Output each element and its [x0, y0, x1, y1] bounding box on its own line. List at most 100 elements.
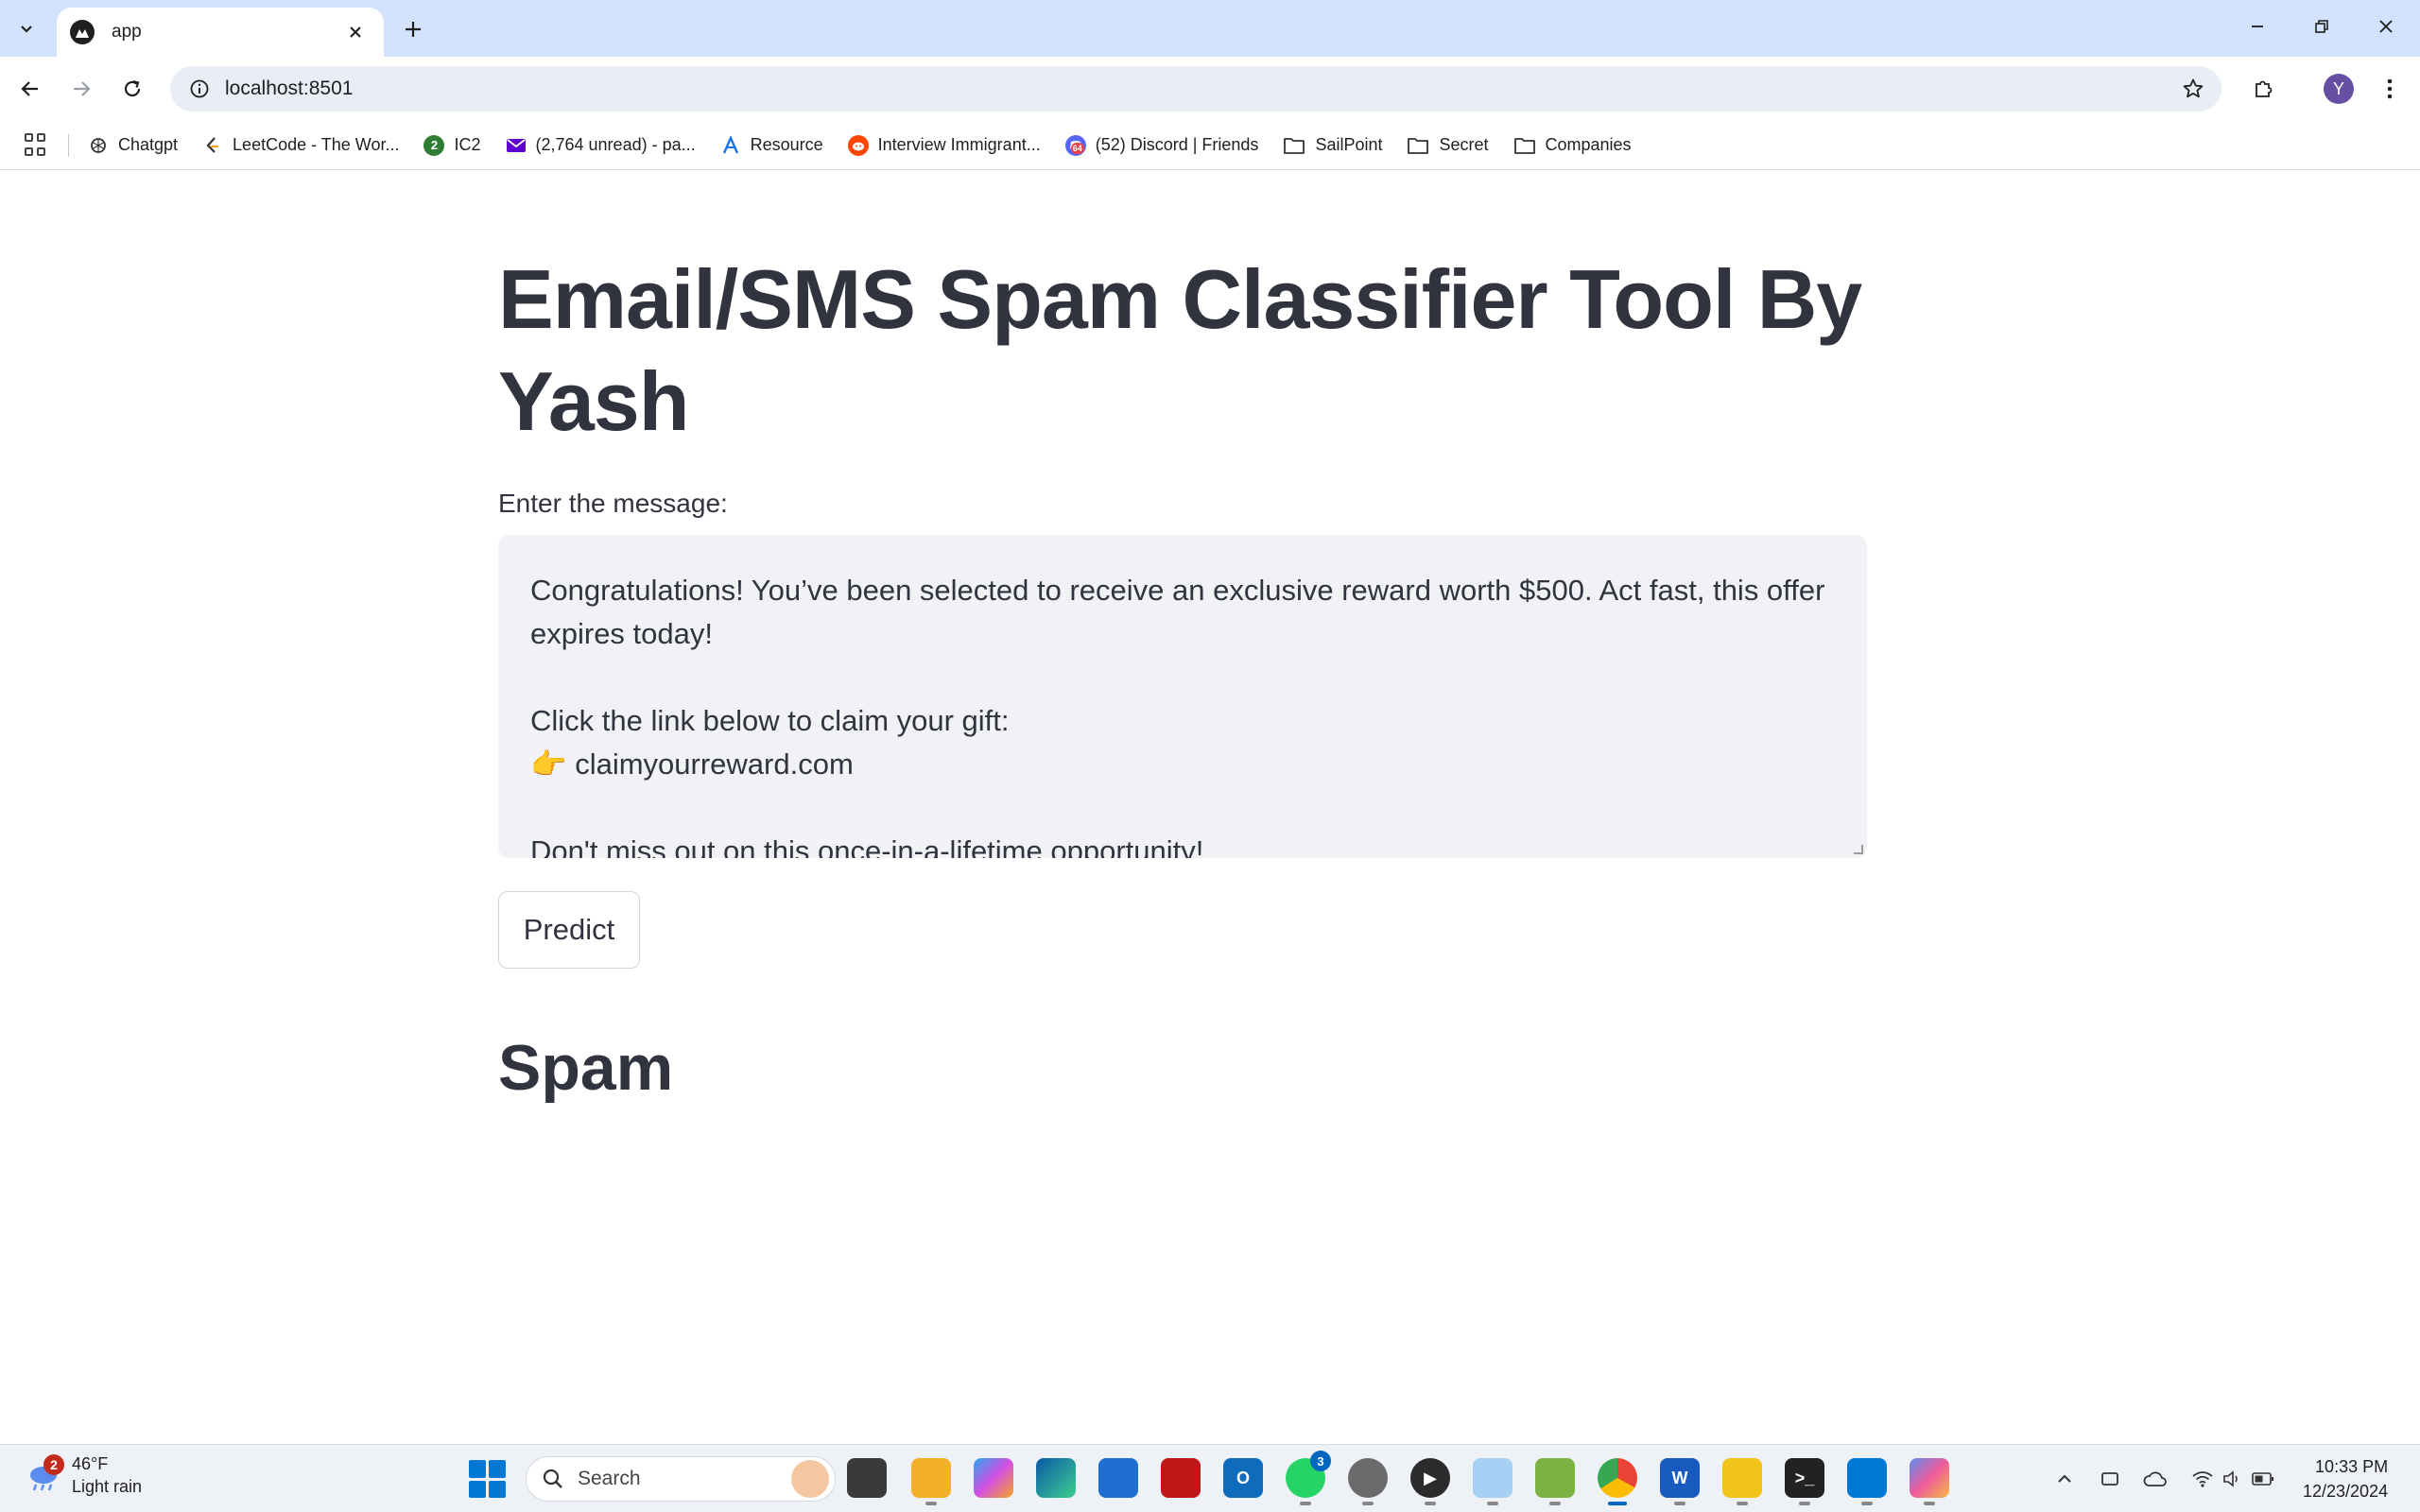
chevron-down-icon: [21, 26, 32, 33]
battery-icon[interactable]: [2250, 1466, 2276, 1492]
discord-icon: 64: [1064, 134, 1086, 156]
system-clock[interactable]: 10:33 PM 12/23/2024: [2303, 1454, 2388, 1503]
task-view-icon[interactable]: [847, 1458, 887, 1498]
arrow-left-icon: [21, 81, 38, 96]
folder-icon: [1408, 137, 1429, 154]
window-close-button[interactable]: [2360, 8, 2412, 45]
weather-widget[interactable]: 2 46°F Light rain: [25, 1452, 142, 1498]
bookmark-mail[interactable]: (2,764 unread) - pa...: [506, 135, 696, 156]
snipping-tool-icon[interactable]: [1473, 1458, 1512, 1505]
clock-app-icon[interactable]: [1348, 1458, 1388, 1505]
restore-button[interactable]: [2295, 8, 2348, 45]
whatsapp-badge: 3: [1310, 1451, 1331, 1471]
bookmark-star-icon[interactable]: [2174, 70, 2212, 108]
windows-taskbar: 2 46°F Light rain Search O 3 ▶ W >_ 10:3…: [0, 1444, 2420, 1512]
reload-button[interactable]: [113, 70, 151, 108]
ic2-icon: 2: [424, 134, 445, 156]
onedrive-icon[interactable]: [2142, 1466, 2169, 1492]
forward-button[interactable]: [62, 70, 100, 108]
profile-avatar[interactable]: Y: [2324, 74, 2354, 104]
reddit-icon: [847, 134, 869, 156]
bookmark-resource[interactable]: Resource: [720, 135, 823, 156]
browser-menu-button[interactable]: [2371, 70, 2409, 108]
leetcode-icon: [202, 135, 223, 156]
tab-title: app: [112, 22, 142, 42]
message-textarea[interactable]: Congratulations! You’ve been selected to…: [498, 535, 1867, 858]
folder-icon: [1284, 137, 1305, 154]
app-icon[interactable]: [1910, 1458, 1949, 1505]
close-icon[interactable]: [342, 19, 369, 45]
bookmark-folder-sailpoint[interactable]: SailPoint: [1283, 135, 1382, 155]
apps-grid-icon[interactable]: [25, 132, 49, 158]
resize-handle[interactable]: [1854, 845, 1863, 854]
puzzle-icon: [2256, 80, 2273, 97]
bookmark-folder-secret[interactable]: Secret: [1407, 135, 1489, 155]
copilot-icon[interactable]: [974, 1458, 1013, 1498]
media-player-icon[interactable]: ▶: [1410, 1458, 1450, 1505]
minimize-button[interactable]: [2231, 8, 2284, 45]
folder-icon: [1513, 137, 1535, 154]
clock-time: 10:33 PM: [2315, 1457, 2389, 1476]
volume-icon[interactable]: [2220, 1466, 2246, 1492]
paint-icon[interactable]: [1535, 1458, 1575, 1505]
bookmark-folder-companies[interactable]: Companies: [1513, 135, 1632, 155]
bookmark-reddit[interactable]: Interview Immigrant...: [847, 134, 1041, 156]
bookmarks-separator: [68, 133, 69, 157]
bookmark-leetcode[interactable]: LeetCode - The Wor...: [202, 135, 399, 156]
browser-tab[interactable]: app: [57, 8, 384, 57]
site-info-icon[interactable]: [187, 77, 212, 101]
sync-icon[interactable]: [2097, 1466, 2123, 1492]
bookmark-chatgpt[interactable]: Chatgpt: [88, 135, 178, 156]
whatsapp-icon[interactable]: 3: [1286, 1451, 1331, 1505]
more-vertical-icon: [2387, 78, 2393, 99]
weather-badge: 2: [43, 1454, 64, 1475]
resource-icon: [720, 135, 741, 156]
arrow-right-icon: [74, 81, 91, 96]
message-input-label: Enter the message:: [498, 489, 728, 518]
search-placeholder: Search: [578, 1468, 641, 1489]
page-title: Email/SMS Spam Classifier Tool By Yash: [498, 252, 1862, 448]
terminal-icon[interactable]: >_: [1785, 1458, 1824, 1505]
store-icon[interactable]: [1098, 1458, 1138, 1498]
app-page: Email/SMS Spam Classifier Tool By Yash E…: [0, 171, 2420, 1444]
rain-cloud-icon: 2: [25, 1454, 64, 1494]
outlook-icon[interactable]: O: [1223, 1458, 1263, 1498]
wifi-icon[interactable]: [2189, 1466, 2216, 1492]
bookmark-discord[interactable]: 64 (52) Discord | Friends: [1064, 134, 1258, 156]
search-icon: [543, 1469, 562, 1488]
taskbar-search[interactable]: Search: [526, 1456, 836, 1502]
tab-strip: app: [0, 0, 2420, 57]
restore-icon: [2315, 20, 2328, 33]
back-button[interactable]: [11, 70, 49, 108]
plus-icon: [406, 22, 421, 37]
word-icon[interactable]: W: [1660, 1458, 1700, 1505]
close-icon: [2379, 20, 2393, 33]
temperature: 46°F: [72, 1454, 109, 1473]
message-text[interactable]: Congratulations! You’ve been selected to…: [498, 535, 1867, 858]
tab-search-button[interactable]: [11, 13, 42, 43]
vscode-icon[interactable]: [1847, 1458, 1887, 1505]
extensions-button[interactable]: [2244, 70, 2282, 108]
new-tab-button[interactable]: [397, 13, 429, 45]
clock-date: 12/23/2024: [2303, 1482, 2389, 1501]
url-text[interactable]: localhost:8501: [225, 77, 2174, 100]
windows-start-icon[interactable]: [469, 1460, 507, 1498]
mcafee-icon[interactable]: [1161, 1458, 1201, 1498]
browser-toolbar: localhost:8501 Y: [0, 57, 2420, 121]
prediction-result: Spam: [498, 1032, 674, 1104]
streamlit-icon: [70, 20, 95, 44]
openai-icon: [88, 135, 109, 156]
edge-icon[interactable]: [1036, 1458, 1076, 1498]
chrome-icon[interactable]: [1598, 1458, 1637, 1505]
bookmarks-bar: Chatgpt LeetCode - The Wor... 2 IC2 (2,7…: [0, 121, 2420, 170]
chevron-up-icon[interactable]: [2051, 1466, 2078, 1492]
predict-button[interactable]: Predict: [498, 891, 640, 969]
reload-icon: [124, 79, 141, 97]
minimize-icon: [2252, 26, 2263, 27]
mail-icon: [506, 135, 527, 156]
notepad-icon[interactable]: [1722, 1458, 1762, 1505]
search-highlight-icon: [791, 1460, 829, 1498]
bookmark-ic2[interactable]: 2 IC2: [424, 134, 481, 156]
file-explorer-icon[interactable]: [911, 1458, 951, 1505]
address-bar[interactable]: localhost:8501: [170, 66, 2221, 112]
